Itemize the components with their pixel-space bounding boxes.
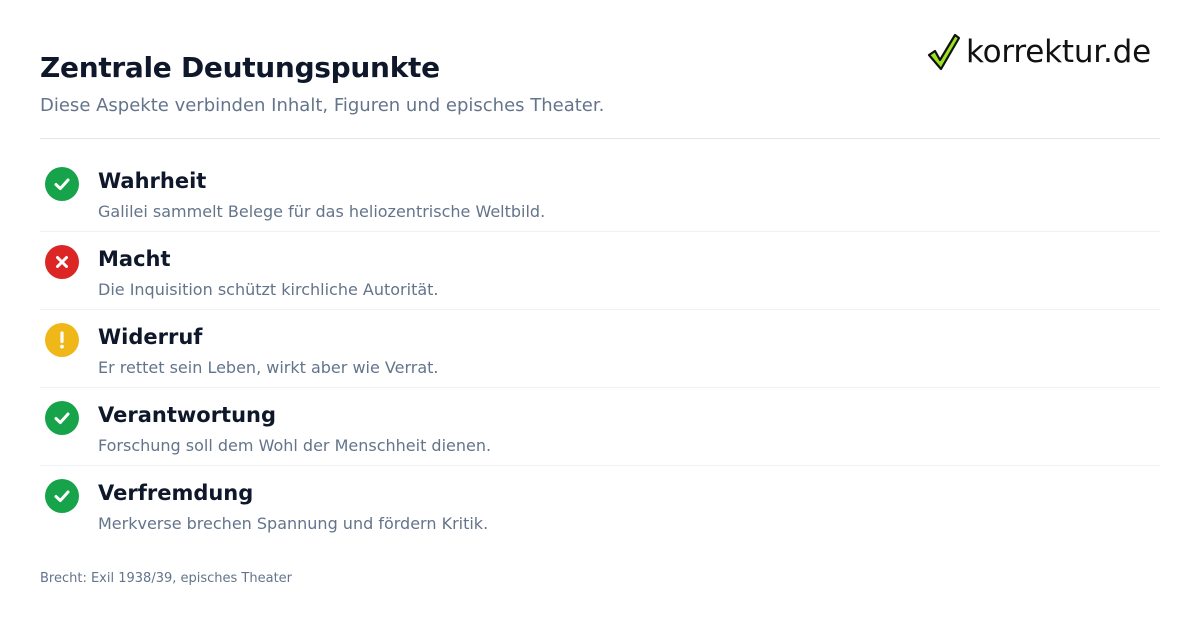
list-item: Macht Die Inquisition schützt kirchliche…: [40, 232, 1160, 310]
brand-logo[interactable]: korrektur.de: [926, 30, 1151, 74]
item-title: Wahrheit: [98, 169, 207, 193]
exclamation-circle-icon: [45, 323, 79, 357]
item-title: Verantwortung: [98, 403, 277, 427]
item-description: Merkverse brechen Spannung und fördern K…: [98, 514, 489, 533]
item-description: Die Inquisition schützt kirchliche Autor…: [98, 280, 439, 299]
check-circle-icon: [45, 401, 79, 435]
footer-note: Brecht: Exil 1938/39, episches Theater: [40, 571, 293, 586]
check-circle-icon: [45, 167, 79, 201]
list-item: Verantwortung Forschung soll dem Wohl de…: [40, 388, 1160, 466]
item-title: Widerruf: [98, 325, 203, 349]
checkmark-icon: [927, 33, 961, 71]
list-item: Widerruf Er rettet sein Leben, wirkt abe…: [40, 310, 1160, 388]
item-description: Galilei sammelt Belege für das heliozent…: [98, 202, 546, 221]
check-circle-icon: [45, 479, 79, 513]
brand-logo-text: korrektur.de: [966, 34, 1152, 70]
item-description: Forschung soll dem Wohl der Menschheit d…: [98, 436, 492, 455]
x-circle-icon: [45, 245, 79, 279]
interpretation-list: Wahrheit Galilei sammelt Belege für das …: [40, 154, 1160, 543]
item-description: Er rettet sein Leben, wirkt aber wie Ver…: [98, 358, 439, 377]
list-item: Verfremdung Merkverse brechen Spannung u…: [40, 466, 1160, 543]
list-item: Wahrheit Galilei sammelt Belege für das …: [40, 154, 1160, 232]
item-title: Macht: [98, 247, 171, 271]
page-subtitle: Diese Aspekte verbinden Inhalt, Figuren …: [40, 95, 605, 116]
item-title: Verfremdung: [98, 481, 254, 505]
page-title: Zentrale Deutungspunkte: [40, 51, 440, 84]
header-divider: [40, 138, 1160, 139]
